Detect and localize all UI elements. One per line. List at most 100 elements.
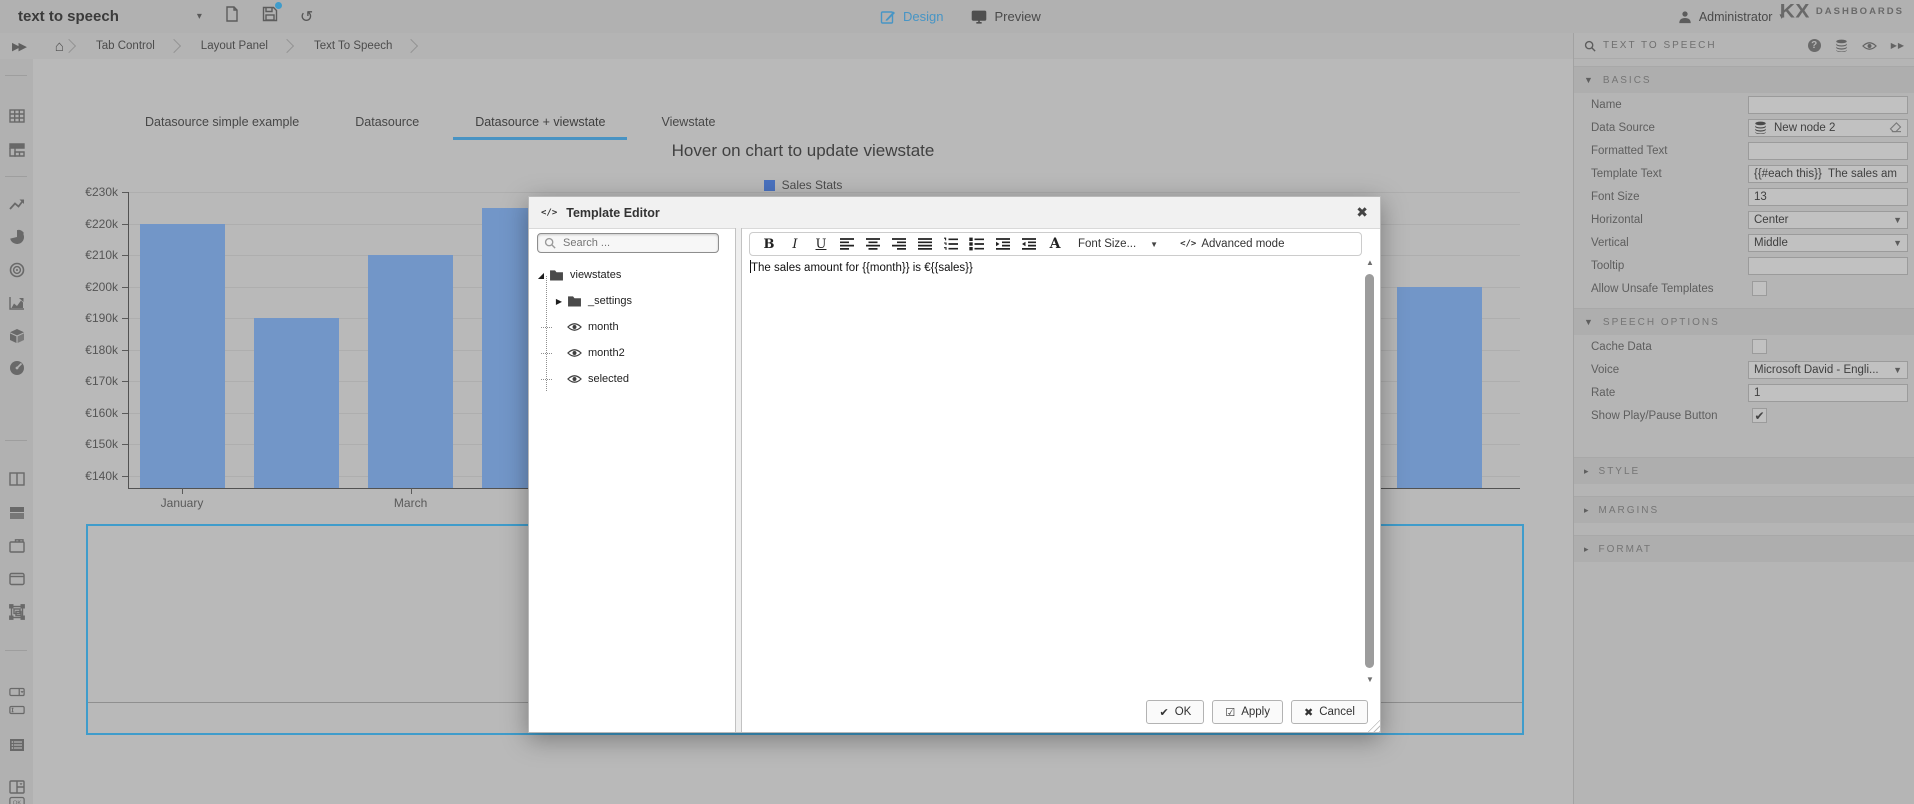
donut-chart-icon[interactable] bbox=[0, 262, 33, 278]
show-play-pause-button-checkbox[interactable]: ✔ bbox=[1752, 408, 1767, 423]
property-row-voice: VoiceMicrosoft David - Engli...▼ bbox=[1574, 358, 1914, 381]
tree-item-viewstates[interactable]: ◢viewstates bbox=[535, 262, 733, 288]
tab-datasource[interactable]: Datasource bbox=[333, 107, 441, 137]
section-format[interactable]: ▸FORMAT bbox=[1574, 535, 1914, 562]
cancel-button[interactable]: ✖ Cancel bbox=[1291, 700, 1368, 724]
tree-item-month[interactable]: month bbox=[553, 314, 733, 340]
section-style[interactable]: ▸STYLE bbox=[1574, 457, 1914, 484]
advanced-mode-toggle[interactable]: </> Advanced mode bbox=[1180, 238, 1284, 250]
help-button[interactable]: ? bbox=[1808, 39, 1821, 52]
tab-datasource-simple-example[interactable]: Datasource simple example bbox=[123, 107, 321, 137]
gauge-icon[interactable] bbox=[0, 360, 33, 376]
search-icon[interactable] bbox=[1584, 40, 1596, 52]
header-panel-icon[interactable] bbox=[0, 571, 33, 587]
align-right-icon[interactable] bbox=[888, 234, 910, 254]
tree-collapsed-icon[interactable]: ▶ bbox=[553, 297, 565, 306]
collapse-panel-icon[interactable]: ▶▶ bbox=[1891, 41, 1905, 50]
section-margins[interactable]: ▸MARGINS bbox=[1574, 496, 1914, 523]
pane-splitter[interactable] bbox=[735, 228, 742, 732]
breadcrumb-item-tab-control[interactable]: Tab Control bbox=[74, 40, 169, 52]
dropdown-control-icon[interactable] bbox=[0, 684, 33, 700]
tab-datasource-viewstate[interactable]: Datasource + viewstate bbox=[453, 107, 627, 137]
preview-mode-toggle[interactable]: Preview bbox=[971, 9, 1040, 25]
dialog-header[interactable]: </> Template Editor ✖ bbox=[529, 197, 1380, 229]
dashboard-select-caret-icon[interactable]: ▾ bbox=[197, 11, 202, 22]
scroll-down-icon[interactable]: ▼ bbox=[1364, 675, 1376, 684]
clear-datasource-icon[interactable] bbox=[1889, 122, 1902, 133]
ordered-list-icon[interactable] bbox=[940, 234, 962, 254]
text-input-icon[interactable] bbox=[0, 702, 33, 718]
gridline bbox=[128, 192, 1520, 193]
cache-data-checkbox[interactable] bbox=[1752, 339, 1767, 354]
chart-legend[interactable]: Sales Stats bbox=[33, 178, 1573, 192]
tree-search-box[interactable] bbox=[537, 233, 719, 253]
scroll-up-icon[interactable]: ▲ bbox=[1364, 258, 1376, 267]
user-menu[interactable]: Administrator ▾ bbox=[1678, 0, 1784, 33]
close-icon[interactable]: ✖ bbox=[1356, 204, 1368, 221]
new-dashboard-button[interactable] bbox=[224, 6, 240, 27]
design-mode-toggle[interactable]: Design bbox=[880, 9, 943, 25]
x-axis-tick bbox=[411, 488, 412, 494]
canvas-group-icon[interactable] bbox=[0, 604, 33, 620]
split-panel-icon[interactable] bbox=[0, 779, 33, 795]
line-chart-icon[interactable] bbox=[0, 196, 33, 212]
bar-index-11[interactable] bbox=[1397, 287, 1482, 489]
area-chart-icon[interactable] bbox=[0, 295, 33, 311]
breadcrumb-item-text-to-speech[interactable]: Text To Speech bbox=[292, 40, 406, 52]
viewstate-panel-icon[interactable] bbox=[1862, 41, 1877, 51]
align-center-icon[interactable] bbox=[862, 234, 884, 254]
template-text-editor[interactable]: The sales amount for {{month}} is €{{sal… bbox=[750, 260, 1358, 692]
cube-3d-icon[interactable] bbox=[0, 328, 33, 344]
font-size-input[interactable] bbox=[1749, 189, 1907, 205]
property-label: Rate bbox=[1591, 387, 1748, 399]
bar-March[interactable] bbox=[368, 255, 453, 488]
data-source-picker[interactable]: New node 2 bbox=[1748, 119, 1908, 137]
template-text-input[interactable] bbox=[1749, 166, 1907, 182]
columns-layout-icon[interactable] bbox=[0, 471, 33, 487]
bullet-list-icon[interactable] bbox=[966, 234, 988, 254]
pie-chart-icon[interactable] bbox=[0, 229, 33, 245]
align-justify-icon[interactable] bbox=[914, 234, 936, 254]
apply-button[interactable]: ☑ Apply bbox=[1212, 700, 1283, 724]
breadcrumb-item-layout-panel[interactable]: Layout Panel bbox=[179, 40, 282, 52]
save-dashboard-button[interactable] bbox=[262, 6, 278, 27]
data-grid-icon[interactable] bbox=[0, 108, 33, 124]
rate-input[interactable] bbox=[1749, 385, 1907, 401]
tree-item-selected[interactable]: selected bbox=[553, 366, 733, 392]
ok-button[interactable]: ✔ OK bbox=[1146, 700, 1204, 724]
allow-unsafe-templates-checkbox[interactable] bbox=[1752, 281, 1767, 296]
vertical-select[interactable]: Middle▼ bbox=[1748, 234, 1908, 252]
voice-select[interactable]: Microsoft David - Engli...▼ bbox=[1748, 361, 1908, 379]
solid-panel-icon[interactable] bbox=[0, 505, 33, 521]
font-size-dropdown[interactable]: Font Size... ▼ bbox=[1078, 238, 1158, 250]
horizontal-select[interactable]: Center▼ bbox=[1748, 211, 1908, 229]
ok-button-icon[interactable]: OK bbox=[0, 794, 33, 804]
formatted-text-input[interactable] bbox=[1749, 143, 1907, 159]
underline-button[interactable]: U bbox=[810, 234, 832, 254]
section-speech-options[interactable]: ▼SPEECH OPTIONS bbox=[1574, 308, 1914, 335]
scrollbar-thumb[interactable] bbox=[1365, 274, 1374, 668]
section-basics[interactable]: ▼BASICS bbox=[1574, 66, 1914, 93]
tab-panel-icon[interactable] bbox=[0, 538, 33, 554]
tooltip-input[interactable] bbox=[1749, 258, 1907, 274]
tree-item-settings[interactable]: ▶_settings bbox=[553, 288, 733, 314]
pivot-grid-icon[interactable] bbox=[0, 142, 33, 158]
bold-button[interactable]: B bbox=[758, 234, 780, 254]
tab-viewstate[interactable]: Viewstate bbox=[639, 107, 737, 137]
datasource-panel-icon[interactable] bbox=[1835, 39, 1848, 52]
resize-handle[interactable] bbox=[1366, 718, 1380, 732]
list-form-icon[interactable] bbox=[0, 738, 33, 752]
bar-index-1[interactable] bbox=[254, 318, 339, 488]
search-input[interactable] bbox=[561, 236, 712, 250]
tree-item-month2[interactable]: month2 bbox=[553, 340, 733, 366]
font-color-button[interactable]: A bbox=[1044, 234, 1066, 254]
undo-button[interactable]: ↺ bbox=[300, 7, 313, 27]
outdent-icon[interactable] bbox=[1018, 234, 1040, 254]
panel-expand-icon[interactable]: ▶▶ bbox=[12, 40, 25, 53]
bar-January[interactable] bbox=[140, 224, 225, 489]
editor-scrollbar[interactable]: ▲ ▼ bbox=[1364, 258, 1376, 684]
align-left-icon[interactable] bbox=[836, 234, 858, 254]
italic-button[interactable]: I bbox=[784, 234, 806, 254]
indent-icon[interactable] bbox=[992, 234, 1014, 254]
name-input[interactable] bbox=[1749, 97, 1907, 113]
